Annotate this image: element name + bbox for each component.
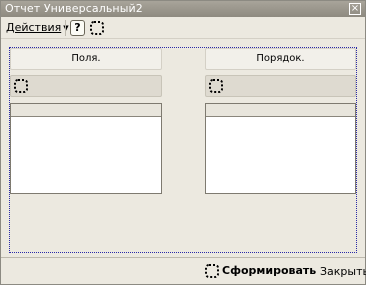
form-report-label: Сформировать bbox=[222, 264, 317, 277]
order-header-label: Порядок. bbox=[256, 53, 305, 64]
close-icon[interactable]: × bbox=[349, 3, 361, 15]
order-table[interactable] bbox=[205, 103, 356, 194]
title-bar[interactable]: Отчет Универсальный2 × bbox=[1, 1, 365, 17]
help-icon[interactable]: ? bbox=[70, 20, 85, 36]
actions-menu-label: Действия bbox=[6, 21, 62, 34]
order-header-button[interactable]: Порядок. bbox=[205, 48, 356, 70]
bottom-bar: Сформировать Закрыть bbox=[1, 257, 366, 284]
toolbar: Действия▼ ? bbox=[1, 17, 365, 39]
window-title: Отчет Универсальный2 bbox=[5, 2, 143, 15]
placeholder-icon[interactable] bbox=[14, 79, 28, 93]
toolbar-separator bbox=[65, 20, 66, 36]
order-table-header bbox=[206, 104, 355, 117]
fields-command-bar bbox=[10, 75, 162, 97]
fields-table-header bbox=[11, 104, 161, 117]
placeholder-icon[interactable] bbox=[90, 21, 104, 35]
placeholder-icon[interactable] bbox=[209, 79, 223, 93]
order-command-bar bbox=[205, 75, 356, 97]
fields-header-button[interactable]: Поля. bbox=[10, 48, 162, 70]
actions-menu[interactable]: Действия▼ bbox=[6, 21, 69, 34]
close-button[interactable]: Закрыть bbox=[320, 265, 366, 278]
fields-table[interactable] bbox=[10, 103, 162, 194]
report-window: Отчет Универсальный2 × Действия▼ ? Поля.… bbox=[0, 0, 366, 285]
form-report-button[interactable]: Сформировать bbox=[205, 264, 316, 278]
fields-header-label: Поля. bbox=[71, 53, 101, 64]
placeholder-icon bbox=[205, 264, 219, 278]
